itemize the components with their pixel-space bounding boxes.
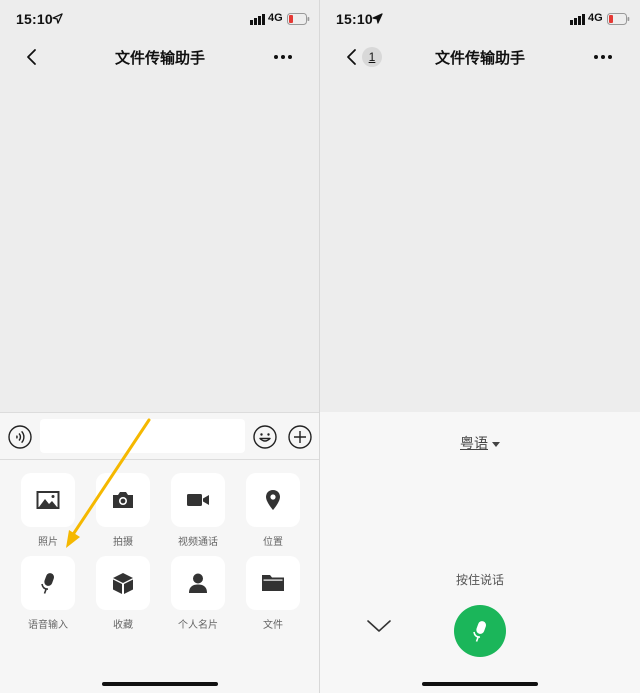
network-label: 4G xyxy=(588,12,603,24)
function-panel: 照片 拍摄 视频通话 位置 语音输入 收藏 个人名片 文件 xyxy=(0,460,320,693)
chat-screen-right: 15:10 4G 1 文件传输助手 粤语 按住说话 xyxy=(320,0,640,693)
folder-icon xyxy=(262,575,284,591)
signal-icon xyxy=(570,14,585,25)
more-functions-button[interactable] xyxy=(288,425,312,449)
status-bar: 15:10 4G xyxy=(320,0,640,38)
nav-bar: 文件传输助手 xyxy=(0,38,320,76)
tool-tile[interactable] xyxy=(21,556,75,610)
voice-toggle-button[interactable] xyxy=(8,425,32,449)
tool-voice-input[interactable]: 语音输入 xyxy=(20,556,76,631)
tool-file[interactable]: 文件 xyxy=(245,556,301,631)
location-arrow-icon xyxy=(372,13,383,24)
chat-screen-left: 15:10 4G 文件传输助手 照片 拍摄 视频通话 位置 语音输入 收藏 个人… xyxy=(0,0,320,693)
tool-tile[interactable] xyxy=(246,556,300,610)
mic-icon xyxy=(41,573,55,594)
location-arrow-icon xyxy=(52,13,63,24)
tool-label: 语音输入 xyxy=(28,620,68,631)
home-indicator xyxy=(422,682,538,686)
signal-icon xyxy=(250,14,265,25)
tool-location[interactable]: 位置 xyxy=(245,473,301,548)
more-options-button[interactable] xyxy=(272,48,294,66)
tool-photo[interactable]: 照片 xyxy=(20,473,76,548)
home-indicator xyxy=(102,682,218,686)
tool-tile[interactable] xyxy=(246,473,300,527)
more-options-button[interactable] xyxy=(592,48,614,66)
status-bar: 15:10 4G xyxy=(0,0,320,38)
tool-tile[interactable] xyxy=(171,556,225,610)
tool-camera[interactable]: 拍摄 xyxy=(95,473,151,548)
battery-icon xyxy=(287,13,310,25)
tool-tile[interactable] xyxy=(96,556,150,610)
tool-tile[interactable] xyxy=(21,473,75,527)
favorites-icon xyxy=(113,573,133,594)
message-input[interactable] xyxy=(40,419,245,453)
tool-video-call[interactable]: 视频通话 xyxy=(170,473,226,548)
status-time: 15:10 xyxy=(16,11,53,27)
photo-icon xyxy=(36,491,60,509)
tool-tile[interactable] xyxy=(171,473,225,527)
nav-bar: 1 文件传输助手 xyxy=(320,38,640,76)
caret-down-icon xyxy=(492,441,500,447)
language-label: 粤语 xyxy=(460,435,488,451)
tool-contact-card[interactable]: 个人名片 xyxy=(170,556,226,631)
tool-label: 文件 xyxy=(263,620,283,631)
tool-favorites[interactable]: 收藏 xyxy=(95,556,151,631)
tool-label: 拍摄 xyxy=(113,537,133,548)
tool-label: 位置 xyxy=(263,537,283,548)
voice-input-panel: 粤语 按住说话 xyxy=(320,412,640,693)
chevron-down-icon[interactable] xyxy=(366,618,392,634)
contact-card-icon xyxy=(189,573,207,593)
camera-icon xyxy=(113,492,133,508)
battery-icon xyxy=(607,13,630,25)
location-icon xyxy=(266,490,280,510)
emoji-button[interactable] xyxy=(253,425,277,449)
network-label: 4G xyxy=(268,12,283,24)
tool-label: 个人名片 xyxy=(178,620,218,631)
chat-input-bar xyxy=(0,412,320,460)
video-call-icon xyxy=(187,494,209,506)
hold-to-talk-label: 按住说话 xyxy=(455,573,504,587)
status-time: 15:10 xyxy=(336,11,373,27)
tool-tile[interactable] xyxy=(96,473,150,527)
tool-label: 收藏 xyxy=(113,620,133,631)
tool-label: 照片 xyxy=(38,537,58,548)
mic-icon xyxy=(473,621,487,642)
tool-label: 视频通话 xyxy=(178,537,218,548)
language-select[interactable]: 粤语 xyxy=(320,433,640,453)
record-voice-button[interactable] xyxy=(454,605,506,657)
